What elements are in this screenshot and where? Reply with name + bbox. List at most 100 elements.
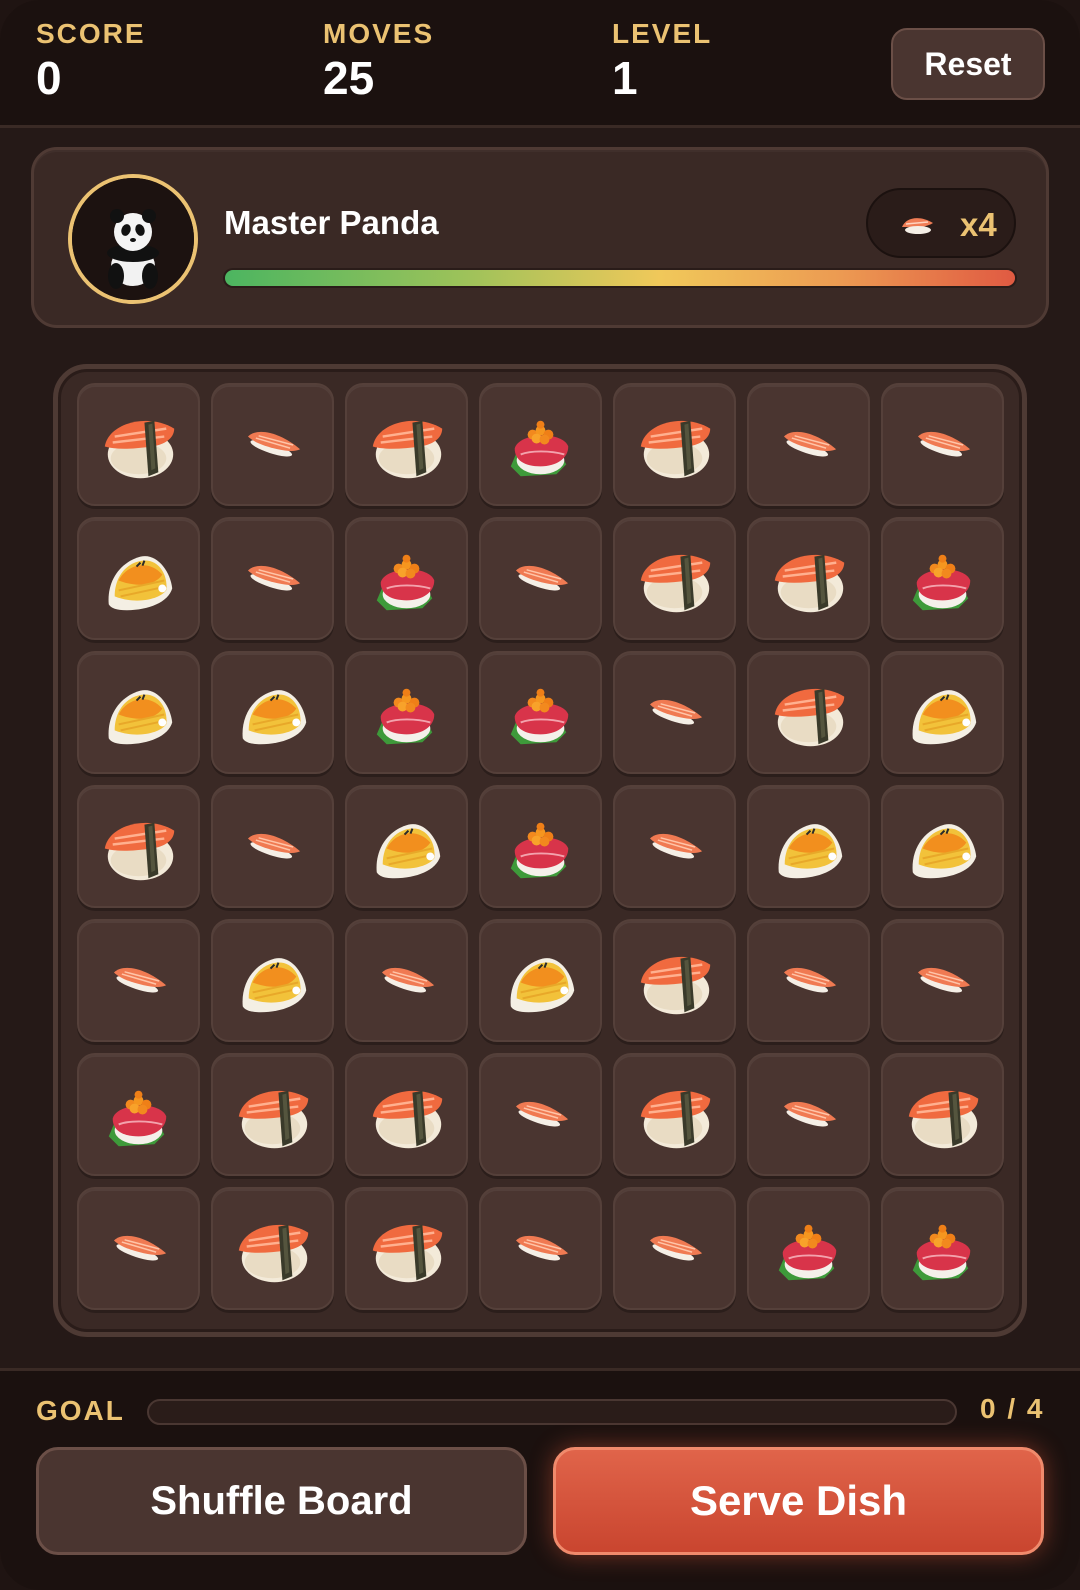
maki-sushi-icon [372,1224,443,1283]
board-tile[interactable] [881,919,1004,1042]
board-tile[interactable] [747,919,870,1042]
roe-sushi-icon [912,554,971,611]
roe-sushi-icon [108,1090,167,1147]
board-tile[interactable] [881,517,1004,640]
board-tile[interactable] [211,919,334,1042]
tamago-sushi-icon [108,556,173,611]
chef-name: Master Panda [224,204,439,241]
board-tile[interactable] [211,785,334,908]
maki-sushi-icon [640,1090,711,1149]
board-tile[interactable] [747,383,870,506]
salmon-nigiri-icon [902,218,933,234]
reset-button[interactable]: Reset [891,28,1045,100]
board-tile[interactable] [881,1053,1004,1176]
board-tile[interactable] [77,383,200,506]
board-tile[interactable] [613,1053,736,1176]
nigiri-sushi-icon [247,833,301,859]
order-badge: x4 [866,188,1016,258]
tamago-sushi-icon [242,690,307,745]
board-tile[interactable] [747,1053,870,1176]
moves-label: MOVES [323,18,435,49]
goal-progress-track [147,1399,957,1425]
board-tile[interactable] [881,1187,1004,1310]
nigiri-sushi-icon [783,431,837,457]
board-tile[interactable] [211,517,334,640]
maki-sushi-icon [104,822,175,881]
board-tile[interactable] [881,785,1004,908]
roe-sushi-icon [778,1224,837,1281]
score-label: SCORE [36,18,146,49]
board-tile[interactable] [613,785,736,908]
board-tile[interactable] [77,919,200,1042]
patience-bar [225,270,1015,286]
maki-sushi-icon [774,688,845,747]
board-tile[interactable] [479,785,602,908]
board-tile[interactable] [345,383,468,506]
board-tile[interactable] [211,1187,334,1310]
nigiri-sushi-icon [515,1101,569,1127]
maki-sushi-icon [640,956,711,1015]
board-tile[interactable] [613,651,736,774]
board-tile[interactable] [613,1187,736,1310]
goal-count: 0 / 4 [980,1393,1045,1424]
board-tile[interactable] [77,1187,200,1310]
board-tile[interactable] [479,651,602,774]
tamago-sushi-icon [242,958,307,1013]
moves-value: 25 [323,52,375,104]
score-stat: SCORE 0 [36,18,146,104]
level-value: 1 [612,52,638,104]
board-tile[interactable] [479,1187,602,1310]
nigiri-sushi-icon [649,699,703,725]
board-tile[interactable] [77,785,200,908]
board-tile[interactable] [479,1053,602,1176]
level-stat: LEVEL 1 [612,18,712,104]
nigiri-sushi-icon [113,967,167,993]
maki-sushi-icon [238,1090,309,1149]
board-tile[interactable] [77,651,200,774]
board-tile[interactable] [345,651,468,774]
tamago-sushi-icon [376,824,441,879]
tamago-sushi-icon [778,824,843,879]
game-screen: SCORE 0 MOVES 25 LEVEL 1 Reset Master Pa… [0,0,1080,1590]
board-tile[interactable] [747,517,870,640]
board-tile[interactable] [747,651,870,774]
board-tile[interactable] [479,919,602,1042]
maki-sushi-icon [104,420,175,479]
tamago-sushi-icon [108,690,173,745]
nigiri-sushi-icon [917,967,971,993]
tamago-sushi-icon [912,690,977,745]
board-tile[interactable] [345,1053,468,1176]
footer-panel: GOAL 0 / 4 Shuffle Board Serve Dish [0,1368,1080,1590]
serve-dish-button[interactable]: Serve Dish [553,1447,1044,1555]
board-tile[interactable] [613,383,736,506]
board-tile[interactable] [479,383,602,506]
board-tile[interactable] [211,383,334,506]
board-tile[interactable] [613,919,736,1042]
shuffle-board-button[interactable]: Shuffle Board [36,1447,527,1555]
nigiri-sushi-icon [783,1101,837,1127]
board-tile[interactable] [211,1053,334,1176]
board-tile[interactable] [479,517,602,640]
board-tile[interactable] [211,651,334,774]
board-tile[interactable] [881,383,1004,506]
maki-sushi-icon [774,554,845,613]
board-tile[interactable] [747,785,870,908]
board-tile[interactable] [613,517,736,640]
board-tile[interactable] [77,1053,200,1176]
roe-sushi-icon [510,822,569,879]
board-tile[interactable] [345,517,468,640]
nigiri-sushi-icon [247,431,301,457]
maki-sushi-icon [238,1224,309,1283]
level-label: LEVEL [612,18,713,49]
roe-sushi-icon [376,554,435,611]
board-tile[interactable] [747,1187,870,1310]
board-tile[interactable] [345,1187,468,1310]
nigiri-sushi-icon [917,431,971,457]
board-tile[interactable] [77,517,200,640]
board-tile[interactable] [345,785,468,908]
maki-sushi-icon [640,420,711,479]
board-tile[interactable] [881,651,1004,774]
board-tile[interactable] [345,919,468,1042]
score-value: 0 [36,52,62,104]
tamago-sushi-icon [510,958,575,1013]
